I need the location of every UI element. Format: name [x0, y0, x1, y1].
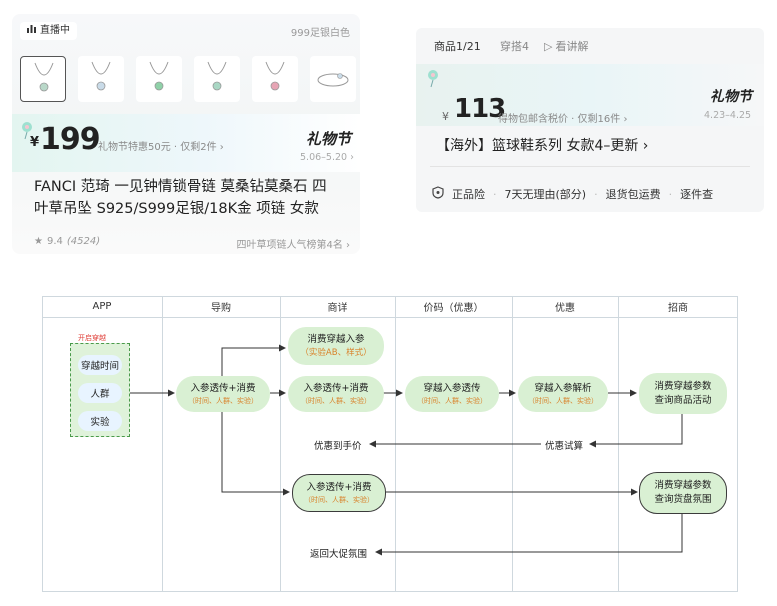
node-sub-label: （实验AB、样式）	[300, 348, 372, 358]
node-label: 查询货盘氛围	[654, 494, 712, 505]
app-item-crowd: 人群	[78, 383, 122, 403]
node-label: 查询商品活动	[654, 394, 712, 406]
node-label: 穿越入参透传	[423, 383, 481, 394]
node-merchant-activity: 消费穿越参数 查询商品活动	[639, 373, 727, 414]
label-promo-calc: 优惠试算	[545, 441, 584, 452]
node-label: 入参透传+消费	[306, 482, 372, 493]
node-price-passthrough: 穿越入参透传 （时间、人群、实验）	[405, 376, 499, 412]
app-tag: 开启穿越	[78, 334, 106, 342]
arrow-guide-to-bottom	[221, 410, 290, 496]
node-label: 消费穿越参数	[654, 380, 712, 392]
node-detail-consume: 消费穿越入参 （实验AB、样式）	[288, 327, 384, 365]
node-label: 入参透传+消费	[190, 383, 256, 394]
node-guide-passthrough: 入参透传+消费 （时间、人群、实验）	[176, 376, 270, 412]
flow-arrows	[130, 344, 683, 556]
node-sub-label: （时间、人群、实验）	[301, 397, 371, 405]
node-merchant-atmosphere: 消费穿越参数 查询货盘氛围	[639, 472, 727, 514]
node-sub-label: （时间、人群、实验）	[417, 397, 487, 405]
node-detail-passthrough: 入参透传+消费 （时间、人群、实验）	[288, 376, 384, 412]
arrow-guide-to-detail-top	[221, 344, 286, 376]
app-item-time: 穿越时间	[78, 355, 122, 375]
node-label: 入参透传+消费	[303, 383, 369, 394]
arrow-merchant-to-promo-calc	[589, 414, 683, 448]
node-sub-label: （时间、人群、实验）	[304, 496, 374, 504]
node-label: 穿越入参解析	[534, 383, 592, 394]
node-bottom-passthrough: 入参透传+消费 （时间、人群、实验）	[292, 474, 386, 512]
label-final-price: 优惠到手价	[314, 441, 362, 452]
app-item-experiment: 实验	[78, 411, 122, 431]
node-label: 消费穿越入参	[307, 334, 365, 345]
node-sub-label: （时间、人群、实验）	[528, 397, 598, 405]
node-label: 消费穿越参数	[654, 480, 712, 491]
node-promo-parse: 穿越入参解析 （时间、人群、实验）	[518, 376, 608, 412]
node-sub-label: （时间、人群、实验）	[188, 397, 258, 405]
arrow-merchant-to-return	[375, 513, 683, 556]
label-return-atmosphere: 返回大促氛围	[310, 549, 368, 560]
